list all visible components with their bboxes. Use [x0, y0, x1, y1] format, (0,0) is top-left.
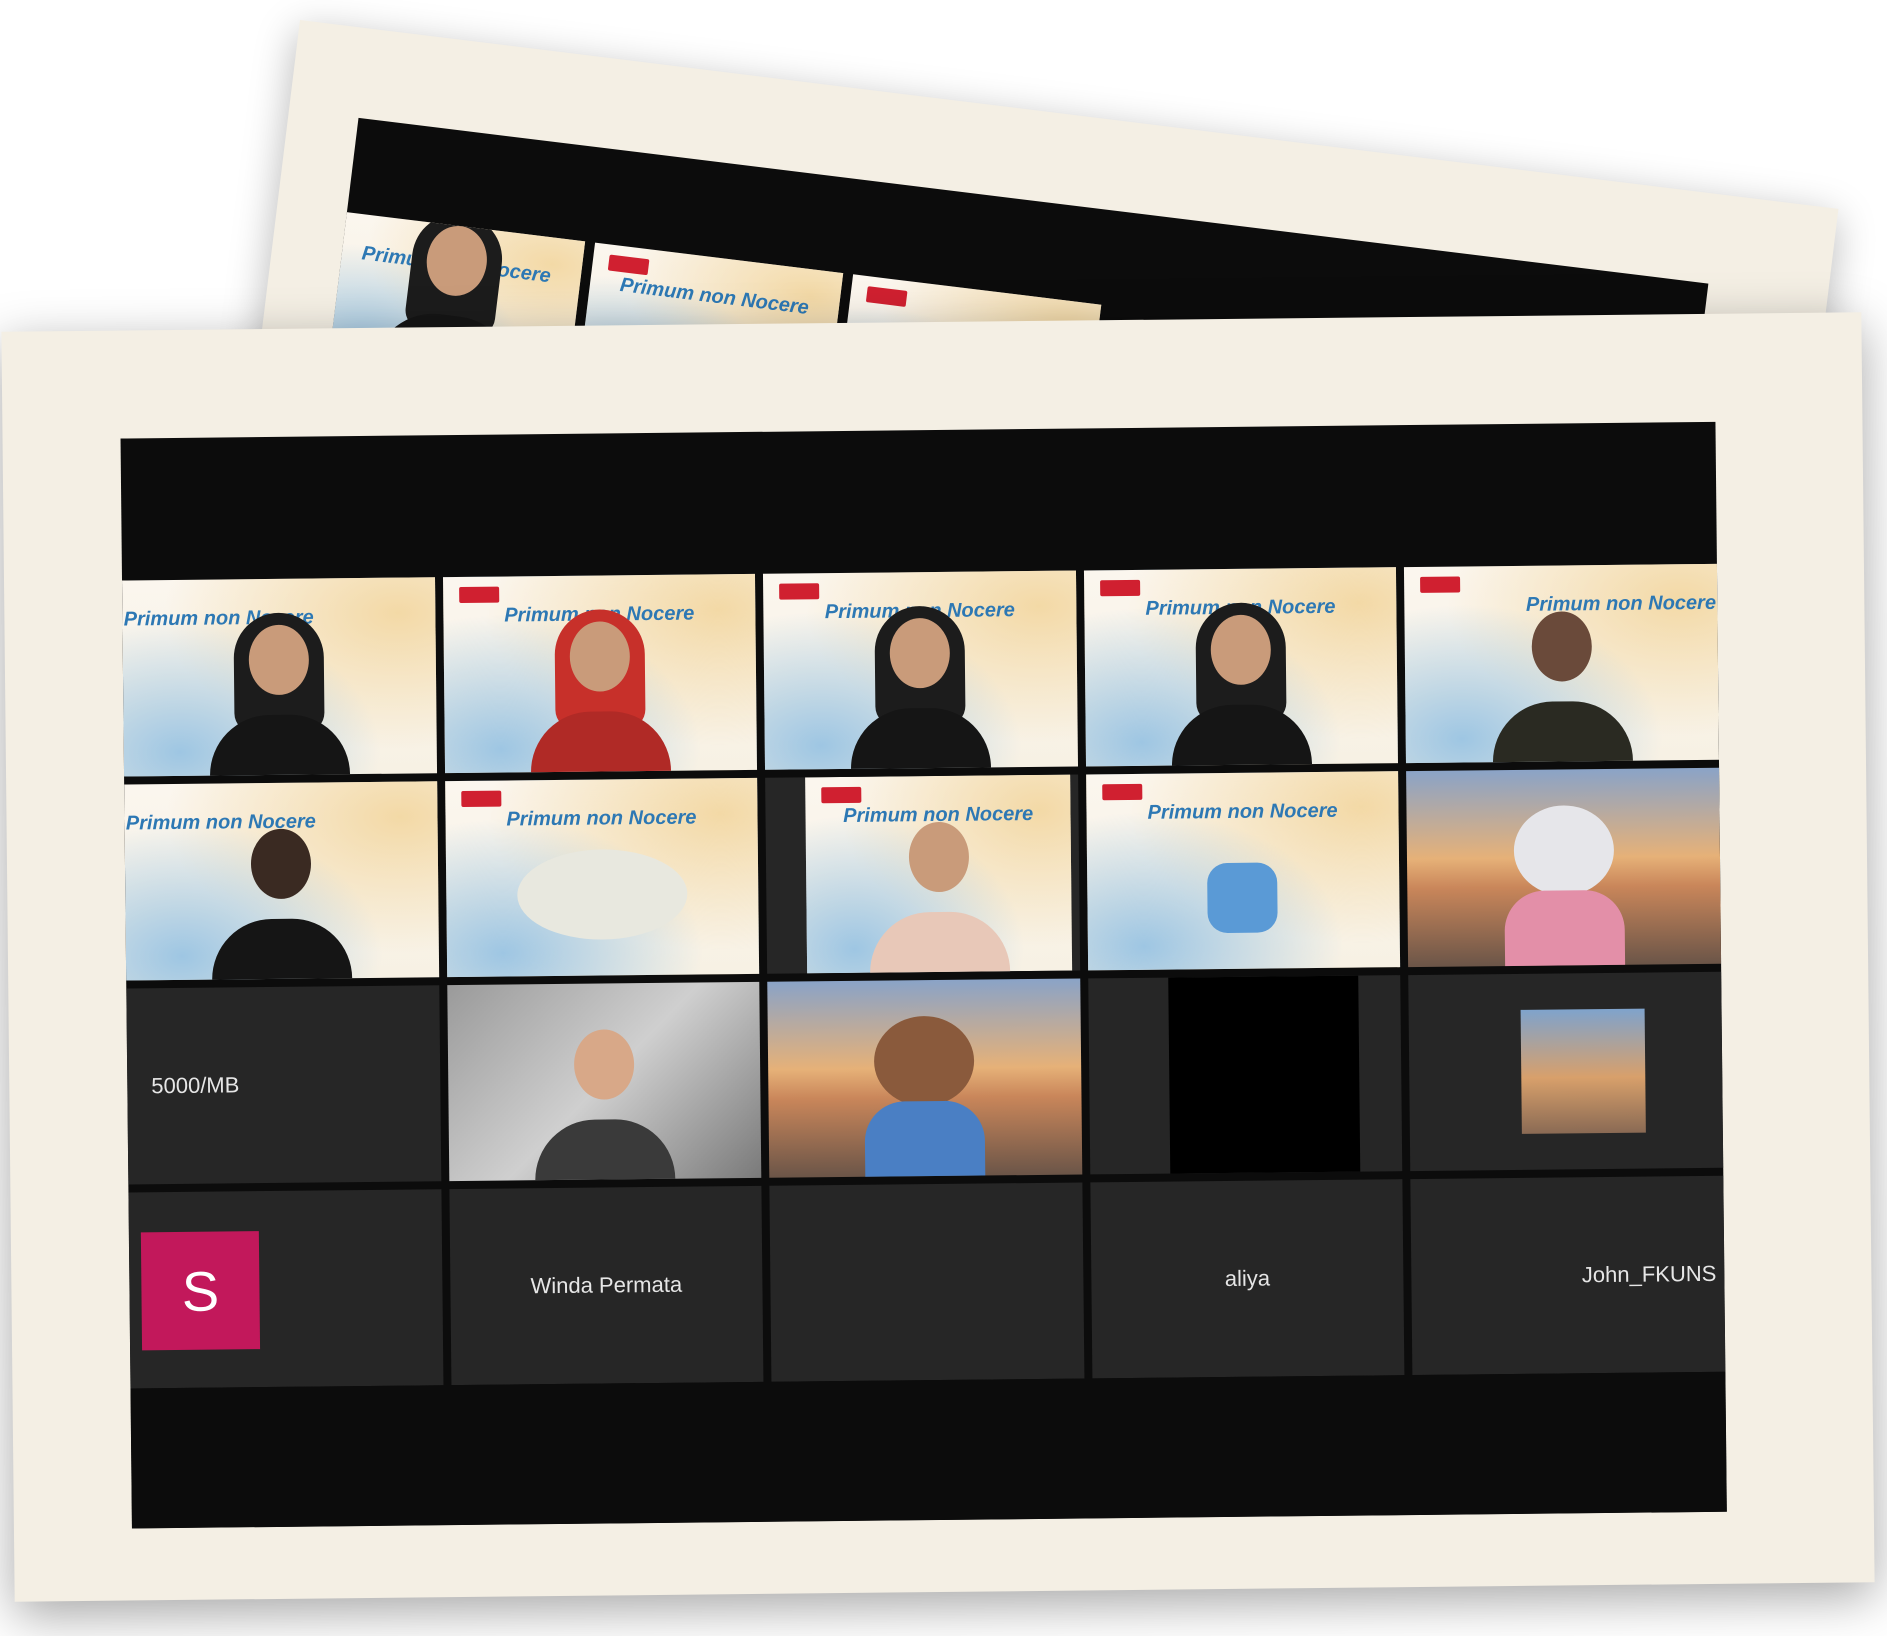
participant-tile[interactable]: [1088, 975, 1403, 1175]
front-photo-print: Primum non Nocere Primum non Nocere Prim…: [1, 312, 1875, 1602]
participant-tile[interactable]: aliya: [1090, 1179, 1405, 1379]
profile-picture: [1520, 1008, 1647, 1134]
participant-tile[interactable]: [1406, 767, 1722, 968]
participant-video: [524, 601, 676, 774]
glove-object: [1206, 862, 1278, 934]
avatar: S: [140, 1231, 261, 1351]
gallery-row-2: Primum non Nocere Primum non Nocere Prim…: [124, 767, 1722, 981]
participant-name: aliya: [1224, 1265, 1271, 1292]
participant-tile[interactable]: Primum non Nocere: [124, 781, 439, 981]
participant-video: [863, 801, 1015, 974]
participant-tile[interactable]: Primum non Nocere: [1083, 567, 1399, 767]
slide-title: Primum non Nocere: [1147, 799, 1338, 824]
logo-icon: [1420, 576, 1461, 593]
avatar-character: [1498, 795, 1630, 968]
participant-video: [845, 597, 997, 770]
participant-video: [1486, 591, 1638, 764]
gallery-row-4: S Winda Permata aliya John_FKUNS: [128, 1175, 1726, 1389]
participant-tile[interactable]: [769, 1182, 1085, 1382]
participant-tile[interactable]: [767, 978, 1083, 1178]
logo-icon: [458, 586, 499, 603]
participant-tile[interactable]: Primum non Nocere: [1404, 563, 1719, 764]
participant-tile[interactable]: 5000/MB: [126, 985, 441, 1185]
participant-tile[interactable]: [1408, 971, 1724, 1172]
participant-video: [206, 808, 358, 981]
participant-video: [1165, 594, 1317, 767]
slide-title: Primum non Nocere: [506, 806, 697, 831]
logo-icon: [607, 254, 650, 276]
participant-tile[interactable]: Primum non Nocere: [122, 577, 437, 777]
slide-title: Primum non Nocere: [618, 274, 811, 320]
meeting-gallery-screen: Primum non Nocere Primum non Nocere Prim…: [120, 421, 1727, 1529]
participant-name: 5000/MB: [151, 1072, 240, 1099]
participant-tile[interactable]: John_FKUNS: [1410, 1175, 1726, 1376]
logo-icon: [779, 583, 820, 600]
gallery-row-1: Primum non Nocere Primum non Nocere Prim…: [122, 563, 1719, 777]
participant-name: Winda Permata: [530, 1271, 683, 1299]
gallery-row-3: 5000/MB: [126, 971, 1724, 1185]
plush-toy: [516, 848, 688, 941]
participant-tile[interactable]: Primum non Nocere: [444, 777, 760, 978]
participant-name: John_FKUNS: [1581, 1260, 1717, 1288]
participant-tile[interactable]: S: [128, 1189, 444, 1389]
participant-video: [204, 604, 356, 777]
avatar-character: [859, 1005, 991, 1178]
participant-tile[interactable]: Primum non Nocere: [765, 774, 1080, 974]
participant-tile[interactable]: Primum non Nocere: [1085, 771, 1401, 971]
logo-icon: [460, 790, 501, 807]
shared-slide: Primum non Nocere: [805, 774, 1073, 974]
video-off-block: [1168, 975, 1361, 1174]
participant-tile[interactable]: [446, 981, 762, 1182]
participant-video: [528, 1009, 680, 1182]
participant-tile[interactable]: Winda Permata: [448, 1185, 764, 1386]
logo-icon: [865, 286, 908, 307]
logo-icon: [1101, 783, 1143, 801]
participant-tile[interactable]: Primum non Nocere: [763, 570, 1078, 770]
logo-icon: [1099, 579, 1141, 597]
participant-tile[interactable]: Primum non Nocere: [442, 573, 758, 774]
bottom-toolbar-area: [130, 1371, 1727, 1529]
logo-icon: [821, 786, 862, 804]
gallery-grid: Primum non Nocere Primum non Nocere Prim…: [122, 563, 1726, 1397]
